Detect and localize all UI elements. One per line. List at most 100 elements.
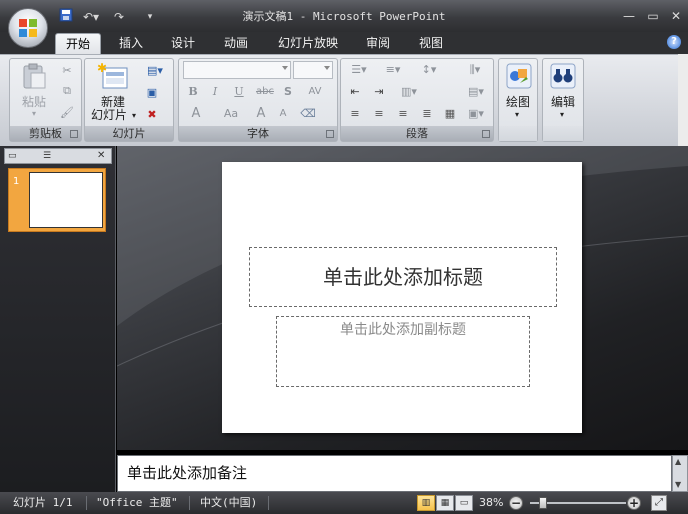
bold-button[interactable]: B — [184, 83, 202, 101]
slide-thumbnail-number: 1 — [13, 176, 20, 187]
minimize-button[interactable]: — — [620, 9, 638, 23]
align-text-icon[interactable]: ▤▾ — [462, 83, 490, 101]
fit-to-window-icon[interactable]: ⤢ — [651, 495, 667, 511]
increase-indent-icon[interactable]: ⇥ — [368, 83, 390, 101]
format-painter-icon[interactable]: 🖌 — [58, 104, 76, 122]
underline-button[interactable]: U — [230, 83, 248, 101]
help-icon[interactable]: ? — [667, 35, 681, 49]
notes-pane[interactable]: 单击此处添加备注 — [117, 455, 672, 492]
binoculars-icon — [550, 63, 576, 89]
scroll-down-icon[interactable]: ▼ — [675, 480, 681, 489]
numbering-icon[interactable]: ≡▾ — [378, 61, 408, 79]
zoom-out-icon[interactable]: − — [509, 496, 523, 510]
tab-view[interactable]: 视图 — [414, 35, 448, 53]
drawing-group-footer — [499, 126, 537, 141]
align-right-icon[interactable]: ≡ — [392, 105, 414, 123]
normal-view-icon[interactable]: ▥ — [417, 495, 435, 511]
columns-icon[interactable]: ⫼▾ — [460, 61, 490, 79]
chevron-down-icon — [282, 66, 288, 70]
status-separator — [268, 496, 269, 510]
clipboard-launcher-icon[interactable] — [70, 130, 78, 138]
maximize-button[interactable]: ▭ — [644, 9, 662, 23]
decrease-indent-icon[interactable]: ⇤ — [344, 83, 366, 101]
text-direction-icon[interactable]: ▥▾ — [394, 83, 424, 101]
customize-qat-dropdown-icon[interactable]: ▾ — [144, 8, 156, 26]
paste-label[interactable]: 粘贴 — [16, 96, 52, 108]
undo-icon[interactable]: ↶▾ — [80, 8, 102, 26]
paste-dropdown-icon[interactable]: ▾ — [28, 108, 40, 120]
subtitle-placeholder[interactable]: 单击此处添加副标题 — [276, 316, 530, 387]
justify-icon[interactable]: ≣ — [416, 105, 438, 123]
slideshow-view-icon[interactable]: ▭ — [455, 495, 473, 511]
line-spacing-icon[interactable]: ↕▾ — [414, 61, 444, 79]
slides-panel-tabs: ▭ ☰ ✕ — [4, 148, 112, 164]
slide-count-status: 幻灯片 1/1 — [13, 496, 73, 509]
chevron-down-icon: ▾ — [515, 110, 520, 119]
font-size-combo[interactable] — [293, 61, 333, 79]
ribbon-tab-bar — [0, 32, 688, 54]
new-slide-dropdown-icon[interactable]: ▾ — [132, 111, 136, 120]
tab-slideshow[interactable]: 幻灯片放映 — [272, 35, 344, 53]
copy-icon[interactable]: ⧉ — [58, 82, 76, 100]
status-separator — [86, 496, 87, 510]
slide-sorter-view-icon[interactable]: ▦ — [436, 495, 454, 511]
tab-review[interactable]: 审阅 — [361, 35, 395, 53]
delete-slide-icon[interactable]: ✖ — [142, 106, 162, 124]
chevron-down-icon: ▾ — [560, 110, 565, 119]
zoom-in-icon[interactable]: + — [627, 496, 641, 510]
font-group-label: 字体 — [179, 126, 337, 141]
zoom-level[interactable]: 38% — [479, 492, 503, 514]
distribute-icon[interactable]: ▦ — [440, 105, 460, 123]
chevron-down-icon — [324, 66, 330, 70]
scroll-up-icon[interactable]: ▲ — [675, 457, 681, 466]
redo-icon[interactable]: ↷ — [110, 8, 128, 26]
text-shadow-button[interactable]: S — [280, 83, 296, 101]
theme-status[interactable]: "Office 主题" — [96, 492, 178, 514]
zoom-slider-thumb[interactable] — [539, 497, 547, 509]
tab-insert[interactable]: 插入 — [112, 35, 150, 53]
office-button[interactable] — [8, 8, 48, 48]
layout-icon[interactable]: ▤▾ — [142, 62, 168, 80]
slide-thumbnail[interactable] — [29, 172, 103, 228]
new-slide-icon[interactable]: ✱ — [97, 62, 129, 92]
tab-home[interactable]: 开始 — [55, 33, 101, 54]
new-slide-label-1[interactable]: 新建 — [92, 96, 134, 108]
tab-animations[interactable]: 动画 — [219, 35, 253, 53]
slides-tab-icon[interactable]: ▭ — [8, 150, 22, 162]
smartart-icon[interactable]: ▣▾ — [462, 105, 490, 123]
new-slide-label-2[interactable]: 幻灯片 — [88, 109, 130, 121]
cut-icon[interactable]: ✂ — [58, 62, 76, 80]
grow-font-button[interactable]: A — [252, 105, 270, 123]
language-status[interactable]: 中文(中国) — [200, 492, 257, 514]
bullets-icon[interactable]: ☰▾ — [344, 61, 374, 79]
paragraph-group-label: 段落 — [341, 126, 493, 141]
italic-button[interactable]: I — [206, 83, 224, 101]
font-launcher-icon[interactable] — [326, 130, 334, 138]
font-color-button[interactable]: A — [184, 105, 208, 123]
tab-design[interactable]: 设计 — [166, 35, 200, 53]
slides-group-label: 幻灯片 — [85, 126, 173, 141]
close-panel-icon[interactable]: ✕ — [97, 150, 109, 162]
strikethrough-button[interactable]: abc — [254, 83, 276, 101]
office-logo-icon — [19, 19, 37, 37]
drawing-shapes-icon — [506, 63, 532, 89]
shrink-font-button[interactable]: A — [274, 105, 292, 123]
close-button[interactable]: ✕ — [667, 9, 685, 23]
title-placeholder[interactable]: 单击此处添加标题 — [249, 247, 557, 307]
font-name-combo[interactable] — [183, 61, 291, 79]
editing-group-footer — [543, 126, 583, 141]
reset-slide-icon[interactable]: ▣ — [142, 84, 162, 102]
change-case-button[interactable]: Aa — [216, 105, 246, 123]
paste-icon[interactable] — [20, 62, 48, 90]
editing-label[interactable]: 编辑 — [544, 96, 582, 108]
clear-formatting-icon[interactable]: ⌫ — [298, 105, 318, 123]
outline-tab-icon[interactable]: ☰ — [43, 150, 59, 162]
save-icon[interactable] — [58, 8, 74, 26]
window-title: 演示文稿1 - Microsoft PowerPoint — [242, 10, 446, 23]
align-left-icon[interactable]: ≡ — [344, 105, 366, 123]
align-center-icon[interactable]: ≡ — [368, 105, 390, 123]
notes-scrollbar[interactable]: ▲ ▼ — [672, 455, 688, 492]
drawing-label[interactable]: 绘图 — [500, 96, 536, 108]
char-spacing-button[interactable]: AV — [300, 83, 330, 101]
paragraph-launcher-icon[interactable] — [482, 130, 490, 138]
